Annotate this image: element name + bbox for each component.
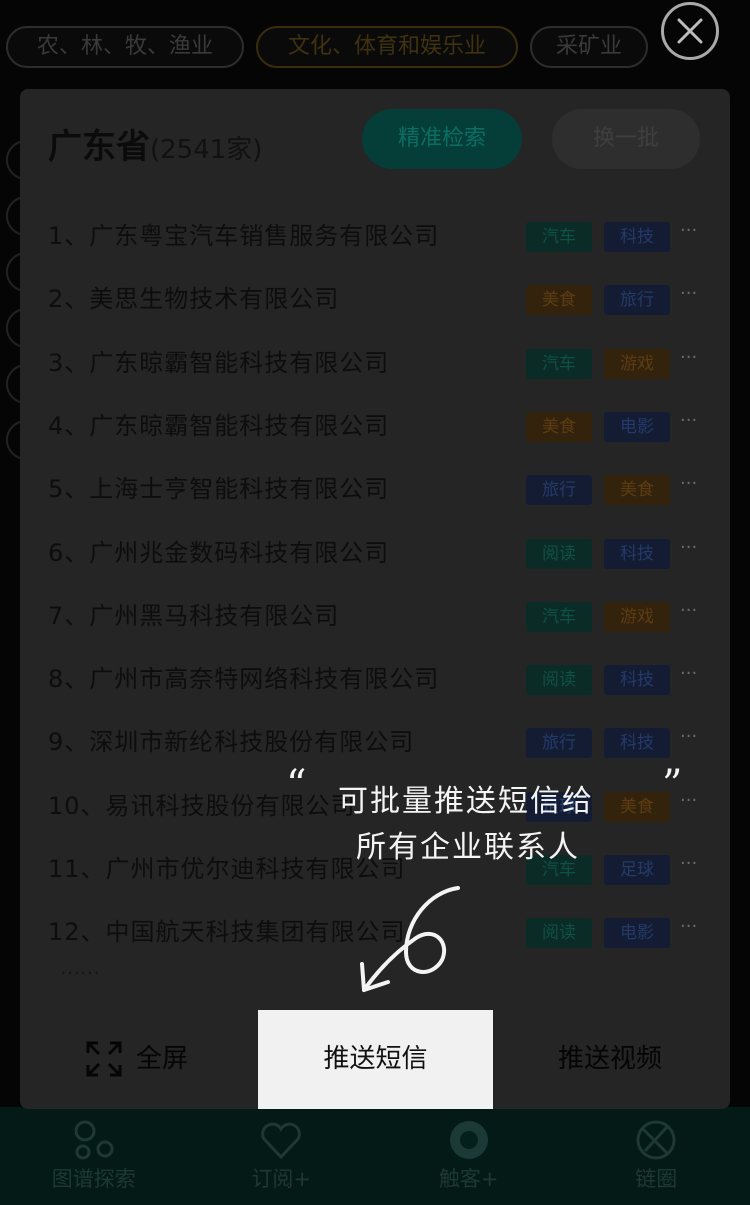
- tutorial-arrow-icon: [360, 886, 460, 992]
- graph-icon: [74, 1120, 114, 1160]
- nav-item-chain[interactable]: 链圈: [563, 1107, 750, 1205]
- more-options-icon[interactable]: ···: [680, 659, 697, 689]
- company-tag: 电影: [604, 918, 670, 949]
- swap-batch-button[interactable]: 换一批: [552, 109, 700, 169]
- more-options-icon[interactable]: ···: [680, 786, 697, 816]
- company-row[interactable]: 6、广州兆金数码科技有限公司 阅读 科技 ···: [20, 533, 730, 573]
- more-options-icon[interactable]: ···: [680, 343, 697, 373]
- company-name: 9、深圳市新纶科技股份有限公司: [48, 728, 415, 757]
- company-tag: 旅行: [526, 475, 592, 506]
- company-tag: 足球: [604, 855, 670, 885]
- company-tag: 美食: [526, 411, 592, 442]
- company-name: 6、广州兆金数码科技有限公司: [48, 538, 390, 567]
- province-title: 广东省(2541家): [48, 119, 262, 168]
- company-name: 10、易讯科技股份有限公司: [48, 791, 356, 820]
- company-row[interactable]: 2、美思生物技术有限公司 美食 旅行 ···: [20, 279, 730, 319]
- company-tag: 阅读: [526, 918, 592, 949]
- more-options-icon[interactable]: ···: [680, 469, 697, 499]
- more-options-icon[interactable]: ···: [680, 596, 697, 626]
- company-name: 5、上海士亨智能科技有限公司: [48, 475, 390, 504]
- more-options-icon[interactable]: ···: [680, 912, 697, 942]
- more-options-icon[interactable]: ···: [680, 849, 697, 879]
- company-tag: 美食: [604, 791, 670, 822]
- company-tag: 电影: [604, 411, 670, 442]
- fullscreen-icon: [86, 1041, 122, 1077]
- push-sms-button[interactable]: 推送短信: [258, 1010, 493, 1109]
- more-indicator: ……: [60, 955, 100, 979]
- industry-chip[interactable]: 采矿业: [530, 26, 648, 68]
- company-tag: 阅读: [526, 665, 592, 696]
- company-name: 7、广州黑马科技有限公司: [48, 601, 340, 630]
- company-name: 8、广州市高奈特网络科技有限公司: [48, 665, 440, 694]
- open-quote: “: [286, 762, 307, 808]
- target-icon: [449, 1121, 488, 1159]
- more-options-icon[interactable]: ···: [680, 279, 697, 309]
- company-count: (2541家): [150, 135, 263, 165]
- company-tag: 游戏: [604, 601, 670, 632]
- company-name: 4、广东晾霸智能科技有限公司: [48, 411, 390, 440]
- company-tag: 阅读: [526, 538, 592, 569]
- company-tag: 旅行: [526, 728, 592, 759]
- nav-label: 触客+: [438, 1167, 499, 1191]
- fullscreen-label: 全屏: [136, 1044, 189, 1074]
- company-tag: 汽车: [526, 348, 592, 379]
- nav-item-graph[interactable]: 图谱探索: [0, 1107, 188, 1205]
- company-tag: 汽车: [526, 601, 592, 632]
- nav-label: 订阅+: [251, 1167, 312, 1191]
- tip-line-1: 可批量推送短信给: [338, 784, 594, 819]
- company-tag: 游戏: [604, 348, 670, 379]
- close-button[interactable]: [661, 2, 719, 60]
- more-options-icon[interactable]: ···: [680, 216, 697, 246]
- company-row[interactable]: 5、上海士亨智能科技有限公司 旅行 美食 ···: [20, 469, 730, 509]
- nav-label: 链圈: [635, 1167, 678, 1191]
- province-name: 广东省: [48, 127, 150, 167]
- company-tag: 美食: [526, 285, 592, 316]
- fullscreen-button[interactable]: 全屏: [86, 1039, 286, 1081]
- more-options-icon[interactable]: ···: [680, 406, 697, 436]
- nav-item-subscribe[interactable]: 订阅+: [188, 1107, 376, 1205]
- industry-chip-selected[interactable]: 文化、体育和娱乐业: [256, 26, 518, 68]
- company-row[interactable]: 7、广州黑马科技有限公司 汽车 游戏 ···: [20, 596, 730, 636]
- close-icon: [677, 18, 703, 44]
- nav-label: 图谱探索: [51, 1167, 136, 1191]
- company-row[interactable]: 9、深圳市新纶科技股份有限公司 旅行 科技 ···: [20, 722, 730, 762]
- tip-line-2: 所有企业联系人: [356, 830, 580, 865]
- push-video-button[interactable]: 推送视频: [558, 1039, 662, 1079]
- company-name: 2、美思生物技术有限公司: [48, 285, 340, 314]
- close-quote: ”: [662, 762, 683, 808]
- company-tag: 科技: [604, 222, 670, 252]
- company-tag: 汽车: [526, 222, 592, 252]
- company-row[interactable]: 4、广东晾霸智能科技有限公司 美食 电影 ···: [20, 406, 730, 446]
- bottom-nav: 图谱探索 订阅+ 触客+ 链圈: [0, 1107, 750, 1205]
- company-tag: 科技: [604, 665, 670, 696]
- aperture-icon: [636, 1120, 676, 1160]
- company-row[interactable]: 8、广州市高奈特网络科技有限公司 阅读 科技 ···: [20, 659, 730, 699]
- precise-search-button[interactable]: 精准检索: [362, 109, 522, 169]
- company-name: 1、广东粤宝汽车销售服务有限公司: [48, 222, 440, 250]
- more-options-icon[interactable]: ···: [680, 722, 697, 752]
- company-row[interactable]: 3、广东晾霸智能科技有限公司 汽车 游戏 ···: [20, 343, 730, 383]
- company-tag: 旅行: [604, 285, 670, 316]
- nav-item-reach[interactable]: 触客+: [375, 1107, 563, 1205]
- company-row[interactable]: 1、广东粤宝汽车销售服务有限公司 汽车 科技 ···: [20, 216, 730, 256]
- more-options-icon[interactable]: ···: [680, 533, 697, 563]
- company-tag: 科技: [604, 538, 670, 569]
- industry-chip[interactable]: 农、林、牧、渔业: [6, 26, 244, 68]
- company-tag: 美食: [604, 475, 670, 506]
- company-tag: 科技: [604, 728, 670, 759]
- heart-plus-icon: [261, 1122, 302, 1160]
- company-name: 3、广东晾霸智能科技有限公司: [48, 348, 390, 377]
